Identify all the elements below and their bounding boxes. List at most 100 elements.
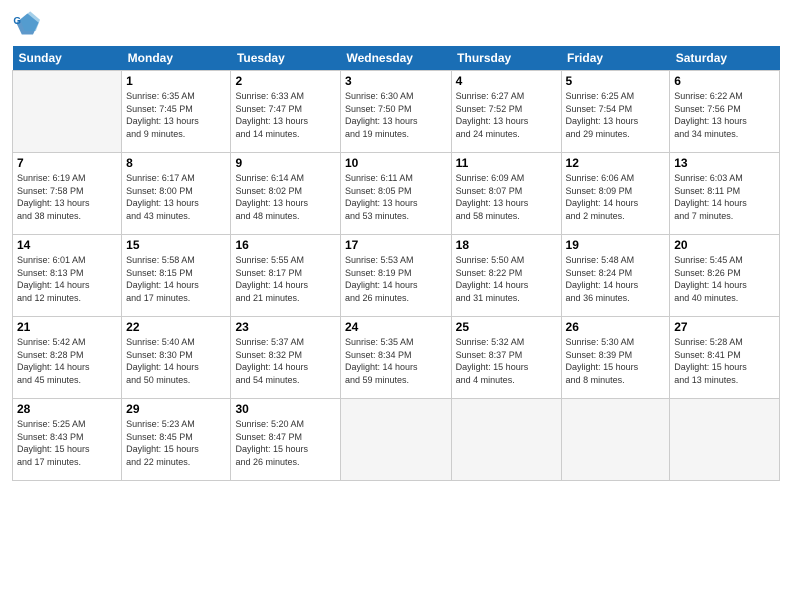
day-info: Sunrise: 6:19 AM Sunset: 7:58 PM Dayligh… — [17, 172, 117, 222]
weekday-header-monday: Monday — [122, 46, 231, 71]
weekday-header-saturday: Saturday — [670, 46, 780, 71]
calendar-cell: 25Sunrise: 5:32 AM Sunset: 8:37 PM Dayli… — [451, 317, 561, 399]
calendar-cell: 15 Sunrise: 5:58 AM Sunset: 8:15 PM Dayli… — [122, 235, 231, 317]
day-number: 21 — [17, 320, 117, 334]
calendar-cell: 9 Sunrise: 6:14 AM Sunset: 8:02 PM Daylig… — [231, 153, 340, 235]
day-number: 22 — [126, 320, 226, 334]
calendar-week-2: 7 Sunrise: 6:19 AM Sunset: 7:58 PM Daylig… — [13, 153, 780, 235]
day-number: 18 — [456, 238, 557, 252]
calendar-cell: 1 Sunrise: 6:35 AM Sunset: 7:45 PM Daylig… — [122, 71, 231, 153]
calendar-cell: 29 Sunrise: 5:23 AM Sunset: 8:45 PM Dayli… — [122, 399, 231, 481]
calendar-week-1: 1 Sunrise: 6:35 AM Sunset: 7:45 PM Daylig… — [13, 71, 780, 153]
day-info: Sunrise: 5:55 AM Sunset: 8:17 PM Dayligh… — [235, 254, 335, 304]
day-number: 7 — [17, 156, 117, 170]
day-info: Sunrise: 5:20 AM Sunset: 8:47 PM Dayligh… — [235, 418, 335, 468]
calendar-cell: 22 Sunrise: 5:40 AM Sunset: 8:30 PM Dayli… — [122, 317, 231, 399]
calendar-week-4: 21 Sunrise: 5:42 AM Sunset: 8:28 PM Dayli… — [13, 317, 780, 399]
calendar-cell: 24 Sunrise: 5:35 AM Sunset: 8:34 PM Dayli… — [340, 317, 451, 399]
day-number: 1 — [126, 74, 226, 88]
day-info: Sunrise: 5:25 AM Sunset: 8:43 PM Dayligh… — [17, 418, 117, 468]
calendar-cell: 13 Sunrise: 6:03 AM Sunset: 8:11 PM Dayli… — [670, 153, 780, 235]
calendar-cell — [13, 71, 122, 153]
day-number: 13 — [674, 156, 775, 170]
day-info: Sunrise: 5:37 AM Sunset: 8:32 PM Dayligh… — [235, 336, 335, 386]
day-info: Sunrise: 5:32 AM Sunset: 8:37 PM Dayligh… — [456, 336, 557, 386]
calendar-cell: 2 Sunrise: 6:33 AM Sunset: 7:47 PM Daylig… — [231, 71, 340, 153]
day-info: Sunrise: 6:22 AM Sunset: 7:56 PM Dayligh… — [674, 90, 775, 140]
calendar-cell: 17 Sunrise: 5:53 AM Sunset: 8:19 PM Dayli… — [340, 235, 451, 317]
calendar-cell: 5 Sunrise: 6:25 AM Sunset: 7:54 PM Daylig… — [561, 71, 670, 153]
calendar-cell: 27Sunrise: 5:28 AM Sunset: 8:41 PM Dayli… — [670, 317, 780, 399]
day-number: 28 — [17, 402, 117, 416]
calendar-table: SundayMondayTuesdayWednesdayThursdayFrid… — [12, 46, 780, 481]
calendar-cell — [451, 399, 561, 481]
day-info: Sunrise: 6:35 AM Sunset: 7:45 PM Dayligh… — [126, 90, 226, 140]
day-number: 20 — [674, 238, 775, 252]
day-number: 15 — [126, 238, 226, 252]
day-number: 30 — [235, 402, 335, 416]
day-number: 3 — [345, 74, 447, 88]
day-info: Sunrise: 6:11 AM Sunset: 8:05 PM Dayligh… — [345, 172, 447, 222]
day-number: 10 — [345, 156, 447, 170]
day-info: Sunrise: 6:14 AM Sunset: 8:02 PM Dayligh… — [235, 172, 335, 222]
page-container: G SundayMondayTuesdayWednesdayThursdayFr… — [0, 0, 792, 491]
calendar-cell: 16 Sunrise: 5:55 AM Sunset: 8:17 PM Dayli… — [231, 235, 340, 317]
calendar-week-5: 28 Sunrise: 5:25 AM Sunset: 8:43 PM Dayli… — [13, 399, 780, 481]
calendar-cell — [340, 399, 451, 481]
calendar-week-3: 14 Sunrise: 6:01 AM Sunset: 8:13 PM Dayli… — [13, 235, 780, 317]
logo: G — [12, 10, 42, 38]
day-info: Sunrise: 5:58 AM Sunset: 8:15 PM Dayligh… — [126, 254, 226, 304]
calendar-body: 1 Sunrise: 6:35 AM Sunset: 7:45 PM Daylig… — [13, 71, 780, 481]
weekday-header-thursday: Thursday — [451, 46, 561, 71]
weekday-header-friday: Friday — [561, 46, 670, 71]
day-number: 27 — [674, 320, 775, 334]
day-number: 6 — [674, 74, 775, 88]
day-number: 8 — [126, 156, 226, 170]
day-number: 5 — [566, 74, 666, 88]
weekday-header-wednesday: Wednesday — [340, 46, 451, 71]
day-info: Sunrise: 5:40 AM Sunset: 8:30 PM Dayligh… — [126, 336, 226, 386]
calendar-cell: 18 Sunrise: 5:50 AM Sunset: 8:22 PM Dayli… — [451, 235, 561, 317]
logo-icon: G — [12, 10, 40, 38]
calendar-cell: 26Sunrise: 5:30 AM Sunset: 8:39 PM Dayli… — [561, 317, 670, 399]
calendar-cell: 6 Sunrise: 6:22 AM Sunset: 7:56 PM Daylig… — [670, 71, 780, 153]
day-number: 12 — [566, 156, 666, 170]
day-number: 16 — [235, 238, 335, 252]
day-info: Sunrise: 6:03 AM Sunset: 8:11 PM Dayligh… — [674, 172, 775, 222]
day-info: Sunrise: 5:45 AM Sunset: 8:26 PM Dayligh… — [674, 254, 775, 304]
day-number: 29 — [126, 402, 226, 416]
day-number: 23 — [235, 320, 335, 334]
calendar-cell: 12 Sunrise: 6:06 AM Sunset: 8:09 PM Dayli… — [561, 153, 670, 235]
header: G — [12, 10, 780, 38]
day-number: 19 — [566, 238, 666, 252]
day-info: Sunrise: 6:30 AM Sunset: 7:50 PM Dayligh… — [345, 90, 447, 140]
day-info: Sunrise: 5:50 AM Sunset: 8:22 PM Dayligh… — [456, 254, 557, 304]
day-info: Sunrise: 6:09 AM Sunset: 8:07 PM Dayligh… — [456, 172, 557, 222]
calendar-cell: 20 Sunrise: 5:45 AM Sunset: 8:26 PM Dayli… — [670, 235, 780, 317]
calendar-cell: 23 Sunrise: 5:37 AM Sunset: 8:32 PM Dayli… — [231, 317, 340, 399]
day-info: Sunrise: 6:33 AM Sunset: 7:47 PM Dayligh… — [235, 90, 335, 140]
day-info: Sunrise: 6:25 AM Sunset: 7:54 PM Dayligh… — [566, 90, 666, 140]
day-number: 24 — [345, 320, 447, 334]
calendar-cell — [670, 399, 780, 481]
day-info: Sunrise: 5:53 AM Sunset: 8:19 PM Dayligh… — [345, 254, 447, 304]
calendar-cell: 10 Sunrise: 6:11 AM Sunset: 8:05 PM Dayli… — [340, 153, 451, 235]
day-number: 17 — [345, 238, 447, 252]
day-info: Sunrise: 6:06 AM Sunset: 8:09 PM Dayligh… — [566, 172, 666, 222]
day-number: 11 — [456, 156, 557, 170]
day-number: 9 — [235, 156, 335, 170]
day-info: Sunrise: 6:01 AM Sunset: 8:13 PM Dayligh… — [17, 254, 117, 304]
calendar-cell: 4Sunrise: 6:27 AM Sunset: 7:52 PM Daylig… — [451, 71, 561, 153]
calendar-cell: 19Sunrise: 5:48 AM Sunset: 8:24 PM Dayli… — [561, 235, 670, 317]
calendar-cell: 30 Sunrise: 5:20 AM Sunset: 8:47 PM Dayli… — [231, 399, 340, 481]
day-number: 26 — [566, 320, 666, 334]
day-info: Sunrise: 5:23 AM Sunset: 8:45 PM Dayligh… — [126, 418, 226, 468]
day-number: 14 — [17, 238, 117, 252]
day-number: 2 — [235, 74, 335, 88]
calendar-header-row: SundayMondayTuesdayWednesdayThursdayFrid… — [13, 46, 780, 71]
calendar-cell: 7 Sunrise: 6:19 AM Sunset: 7:58 PM Daylig… — [13, 153, 122, 235]
day-info: Sunrise: 6:27 AM Sunset: 7:52 PM Dayligh… — [456, 90, 557, 140]
day-info: Sunrise: 5:42 AM Sunset: 8:28 PM Dayligh… — [17, 336, 117, 386]
day-info: Sunrise: 5:35 AM Sunset: 8:34 PM Dayligh… — [345, 336, 447, 386]
calendar-cell: 14 Sunrise: 6:01 AM Sunset: 8:13 PM Dayli… — [13, 235, 122, 317]
